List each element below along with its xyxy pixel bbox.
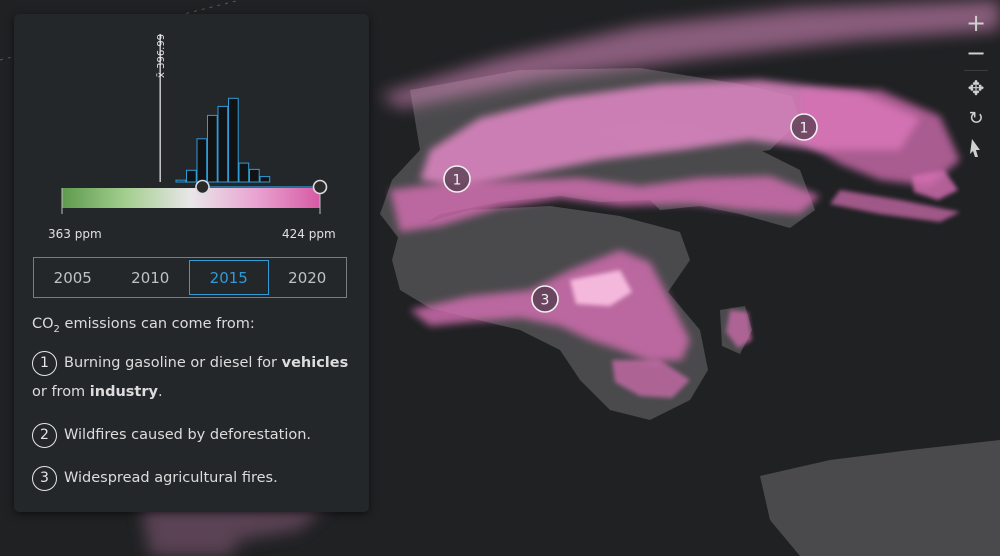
zoom-out-button[interactable]: − bbox=[961, 38, 991, 68]
source-item-3: 3 Widespread agricultural fires. bbox=[32, 464, 362, 493]
source-item-1: 1 Burning gasoline or diesel for vehicle… bbox=[32, 349, 362, 407]
source-item-2: 2 Wildfires caused by deforestation. bbox=[32, 421, 362, 450]
zoom-in-button[interactable]: + bbox=[961, 8, 991, 38]
controls-divider bbox=[964, 70, 988, 71]
item-number-1-badge: 1 bbox=[32, 350, 57, 376]
slider-thumb-low[interactable] bbox=[195, 179, 210, 195]
histogram-bar bbox=[238, 162, 250, 183]
svg-text:3: 3 bbox=[541, 293, 550, 309]
map-controls: + − ✥ ↻ bbox=[961, 8, 991, 163]
co2-text: CO bbox=[32, 316, 54, 332]
year-selector: 2005 2010 2015 2020 bbox=[33, 257, 347, 298]
year-2010[interactable]: 2010 bbox=[112, 258, 190, 297]
item1-bold-industry: industry bbox=[89, 383, 158, 400]
histogram-slider: x̄ 396.99 bbox=[61, 34, 328, 214]
item1-text-c: . bbox=[157, 383, 163, 400]
compass-icon[interactable] bbox=[961, 133, 991, 163]
rotate-button[interactable]: ↻ bbox=[961, 103, 991, 133]
year-2005[interactable]: 2005 bbox=[34, 258, 112, 297]
mean-label: x̄ 396.99 bbox=[156, 34, 167, 78]
item-number-2-badge: 2 bbox=[32, 422, 57, 448]
slider-thumb-high[interactable] bbox=[312, 179, 328, 195]
info-panel: x̄ 396.99 363 ppm 424 ppm 2005 2010 2015… bbox=[14, 14, 369, 512]
range-max-label: 424 ppm bbox=[282, 227, 336, 241]
svg-text:1: 1 bbox=[453, 173, 462, 189]
description-intro: CO2 emissions can come from: bbox=[32, 316, 362, 335]
map-marker-1-asia[interactable]: 1 bbox=[790, 113, 818, 141]
histogram-bar bbox=[249, 168, 260, 183]
histogram-bar bbox=[259, 176, 271, 183]
item1-text-b: or from bbox=[32, 383, 90, 400]
item1-bold-vehicles: vehicles bbox=[281, 354, 349, 371]
histogram-bar bbox=[207, 114, 218, 183]
histogram-bar bbox=[228, 97, 239, 183]
item2-text: Wildfires caused by deforestation. bbox=[64, 426, 312, 443]
color-ramp bbox=[62, 188, 320, 208]
intro-text: emissions can come from: bbox=[59, 316, 255, 332]
map-marker-1-europe[interactable]: 1 bbox=[443, 165, 471, 193]
svg-text:1: 1 bbox=[800, 121, 809, 137]
year-2015[interactable]: 2015 bbox=[189, 260, 269, 295]
histogram-bars bbox=[175, 97, 271, 183]
item1-text-a: Burning gasoline or diesel for bbox=[64, 354, 282, 371]
range-min-label: 363 ppm bbox=[48, 227, 102, 241]
item-number-3-badge: 3 bbox=[32, 465, 57, 491]
histogram-bar bbox=[175, 179, 187, 183]
histogram-bar bbox=[196, 138, 208, 183]
histogram-bar bbox=[186, 169, 197, 183]
emissions-description: CO2 emissions can come from: 1 Burning g… bbox=[32, 316, 362, 507]
year-2020[interactable]: 2020 bbox=[269, 258, 347, 297]
histogram-bar bbox=[217, 105, 229, 183]
map-marker-3-africa[interactable]: 3 bbox=[531, 285, 559, 313]
pan-button[interactable]: ✥ bbox=[961, 73, 991, 103]
item3-text: Widespread agricultural fires. bbox=[64, 469, 278, 486]
